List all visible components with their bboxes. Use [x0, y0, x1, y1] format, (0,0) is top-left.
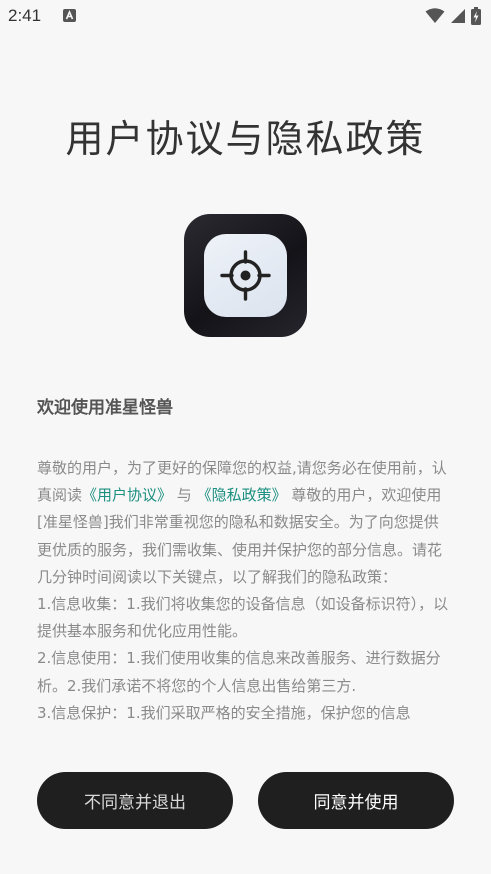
page-title: 用户协议与隐私政策 — [65, 117, 426, 161]
agreement-intro: 尊敬的用户，为了更好的保障您的权益,请您务必在使用前，认真阅读《用户协议》 与 … — [37, 455, 453, 591]
status-time: 2:41 — [8, 6, 42, 25]
status-icons — [425, 7, 481, 25]
crosshair-icon — [220, 250, 271, 301]
item-info-protection: 3.信息保护：1.我们采取严格的安全措施，保护您的信息 — [37, 703, 411, 722]
agreement-text: 尊敬的用户，为了更好的保障您的权益,请您务必在使用前，认真阅读《用户协议》 与 … — [37, 455, 453, 753]
item-info-usage: 2.信息使用：1.我们使用收集的信息来改善服务、进行数据分析。2.我们承诺不将您… — [37, 649, 441, 695]
battery-charging-icon — [471, 7, 481, 25]
welcome-heading: 欢迎使用准星怪兽 — [37, 398, 173, 418]
agree-use-button[interactable]: 同意并使用 — [258, 772, 454, 829]
decline-exit-button[interactable]: 不同意并退出 — [37, 772, 233, 829]
status-bar: 2:41 — [0, 0, 491, 34]
intro-and: 与 — [172, 486, 197, 505]
notification-a-icon — [63, 9, 76, 22]
privacy-policy-link[interactable]: 《隐私政策》 — [197, 486, 287, 504]
cellular-signal-icon — [451, 9, 465, 23]
user-agreement-link[interactable]: 《用户协议》 — [82, 486, 172, 504]
app-logo — [184, 214, 307, 337]
item-info-collection: 1.信息收集：1.我们将收集您的设备信息（如设备标识符），以提供基本服务和优化应… — [37, 595, 449, 641]
wifi-icon — [425, 8, 445, 23]
